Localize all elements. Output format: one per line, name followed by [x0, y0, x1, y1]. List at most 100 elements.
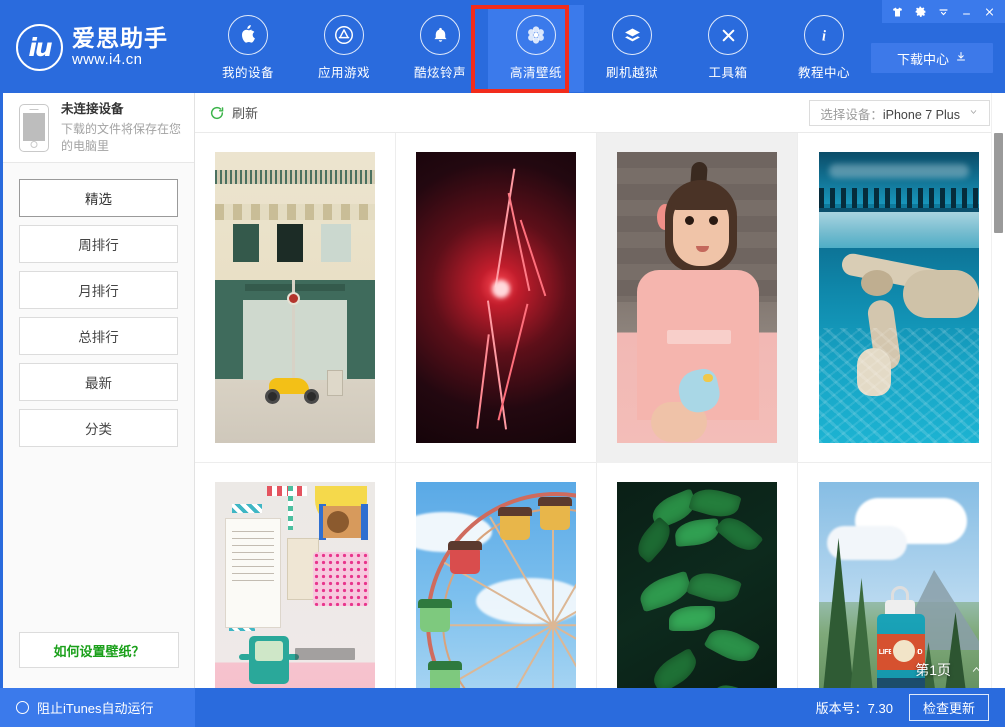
logo-mark-icon: iu	[16, 24, 63, 71]
window-controls	[882, 0, 1005, 23]
wallpaper-thumbnail	[215, 152, 375, 443]
nav-label: 酷炫铃声	[414, 62, 466, 81]
check-update-button[interactable]: 检查更新	[909, 694, 989, 721]
page-indicator-label: 第1页	[915, 660, 951, 680]
nav-item-my-device[interactable]: 我的设备	[200, 5, 296, 92]
nav-label: 应用游戏	[318, 62, 370, 81]
sidebar-item-monthly-rank[interactable]: 月排行	[19, 271, 178, 309]
wrench-icon	[708, 15, 748, 55]
nav-item-tutorial-center[interactable]: i 教程中心	[776, 5, 872, 92]
wallpaper-thumbnail	[819, 152, 979, 443]
info-icon: i	[804, 15, 844, 55]
wallpaper-ferris-wheel[interactable]	[396, 463, 597, 688]
svg-text:i: i	[822, 28, 826, 44]
logo-text: 爱思助手 www.i4.cn	[72, 26, 168, 68]
sidebar-item-label: 最新	[85, 372, 112, 392]
device-status-title: 未连接设备	[61, 101, 182, 118]
wallpaper-bottle-forest[interactable]: LIFE IS GOOD	[798, 463, 999, 688]
bell-icon	[420, 15, 460, 55]
how-to-set-wallpaper-label: 如何设置壁纸？	[53, 641, 144, 660]
refresh-icon	[209, 105, 225, 121]
nav-item-apps-games[interactable]: 应用游戏	[296, 5, 392, 92]
sidebar-item-label: 总排行	[78, 326, 119, 346]
wallpaper-red-lightning[interactable]	[396, 133, 597, 463]
close-icon[interactable]	[978, 0, 1001, 23]
sidebar-item-label: 精选	[85, 188, 112, 208]
wallpaper-underwater-sloth[interactable]	[798, 133, 999, 463]
nav-label: 高清壁纸	[510, 62, 562, 81]
app-header: iu 爱思助手 www.i4.cn 我的设备 应用游戏	[0, 0, 1005, 93]
nav-label: 我的设备	[222, 62, 274, 81]
device-select-value: iPhone 7 Plus	[883, 108, 960, 122]
device-status-panel[interactable]: 未连接设备 下载的文件将保存在您的电脑里	[3, 93, 194, 163]
wallpaper-paris-facade-scooter[interactable]	[195, 133, 396, 463]
download-center-label: 下载中心	[897, 49, 949, 68]
chevron-down-icon	[968, 108, 979, 119]
flash-box-icon	[612, 15, 652, 55]
block-itunes-label: 阻止iTunes自动运行	[37, 698, 154, 717]
app-logo[interactable]: iu 爱思助手 www.i4.cn	[16, 18, 186, 76]
sidebar-item-weekly-rank[interactable]: 周排行	[19, 225, 178, 263]
gear-icon[interactable]	[909, 0, 932, 23]
status-bar-right: 版本号：7.30 检查更新	[816, 694, 1005, 721]
wallpaper-thumbnail	[215, 482, 375, 688]
content-scrollbar-thumb[interactable]	[994, 133, 1003, 233]
main-content: 刷新 选择设备：iPhone 7 Plus	[195, 93, 1002, 688]
refresh-button[interactable]: 刷新	[209, 103, 258, 122]
download-center-button[interactable]: 下载中心	[871, 43, 993, 73]
sidebar-item-label: 月排行	[78, 280, 119, 300]
nav-item-toolbox[interactable]: 工具箱	[680, 5, 776, 92]
page-indicator[interactable]: 第1页	[915, 660, 984, 680]
status-bar: 阻止iTunes自动运行 版本号：7.30 检查更新	[0, 688, 1005, 727]
chevron-up-icon[interactable]	[969, 662, 984, 679]
block-itunes-toggle[interactable]: 阻止iTunes自动运行	[0, 688, 195, 727]
device-select-dropdown[interactable]: 选择设备：iPhone 7 Plus	[809, 100, 990, 126]
wallpaper-thumbnail	[416, 482, 576, 688]
flower-icon	[516, 15, 556, 55]
refresh-label: 刷新	[232, 103, 258, 122]
i4-assistant-window: iu 爱思助手 www.i4.cn 我的设备 应用游戏	[0, 0, 1005, 727]
main-nav: 我的设备 应用游戏 酷炫铃声	[200, 0, 872, 93]
sidebar-category-list: 精选 周排行 月排行 总排行 最新 分类	[3, 163, 194, 447]
content-scrollbar-track[interactable]	[991, 93, 1005, 688]
device-text: 未连接设备 下载的文件将保存在您的电脑里	[61, 101, 182, 154]
brand-url: www.i4.cn	[72, 52, 168, 68]
wallpaper-row	[195, 133, 1002, 463]
how-to-set-wallpaper-button[interactable]: 如何设置壁纸？	[19, 632, 179, 668]
wallpaper-green-leaves[interactable]	[597, 463, 798, 688]
nav-item-hd-wallpaper[interactable]: 高清壁纸	[488, 5, 584, 92]
nav-item-flash-jailbreak[interactable]: 刷机越狱	[584, 5, 680, 92]
wallpaper-baby-girl[interactable]	[597, 133, 798, 463]
device-select-prefix: 选择设备：	[820, 108, 883, 122]
sidebar-item-featured[interactable]: 精选	[19, 179, 178, 217]
wallpaper-row: LIFE IS GOOD	[195, 463, 1002, 688]
nav-label: 教程中心	[798, 62, 850, 81]
sidebar-item-newest[interactable]: 最新	[19, 363, 178, 401]
nav-label: 工具箱	[708, 62, 747, 81]
wallpaper-scrapbook-pink[interactable]	[195, 463, 396, 688]
version-label: 版本号：7.30	[816, 698, 893, 717]
sidebar-item-label: 分类	[85, 418, 112, 438]
sidebar: 未连接设备 下载的文件将保存在您的电脑里 精选 周排行 月排行 总排行 最新 分…	[3, 93, 195, 688]
wallpaper-thumbnail	[617, 482, 777, 688]
wallpaper-thumbnail	[416, 152, 576, 443]
device-status-subtitle: 下载的文件将保存在您的电脑里	[61, 121, 182, 154]
skin-icon[interactable]	[886, 0, 909, 23]
wallpaper-grid: LIFE IS GOOD 第1页	[195, 133, 1002, 688]
brand-name-cn: 爱思助手	[72, 26, 168, 50]
check-update-label: 检查更新	[923, 698, 975, 717]
download-icon	[955, 50, 967, 66]
chevron-down-icon[interactable]	[932, 0, 955, 23]
sidebar-item-label: 周排行	[78, 234, 119, 254]
sidebar-item-categories[interactable]: 分类	[19, 409, 178, 447]
wallpaper-thumbnail	[617, 152, 777, 443]
minimize-icon[interactable]	[955, 0, 978, 23]
sidebar-item-total-rank[interactable]: 总排行	[19, 317, 178, 355]
nav-label: 刷机越狱	[606, 62, 658, 81]
radio-icon	[16, 701, 29, 714]
app-store-icon	[324, 15, 364, 55]
nav-item-ringtones[interactable]: 酷炫铃声	[392, 5, 488, 92]
apple-icon	[228, 15, 268, 55]
phone-icon	[19, 104, 49, 152]
content-toolbar: 刷新 选择设备：iPhone 7 Plus	[195, 93, 1002, 133]
